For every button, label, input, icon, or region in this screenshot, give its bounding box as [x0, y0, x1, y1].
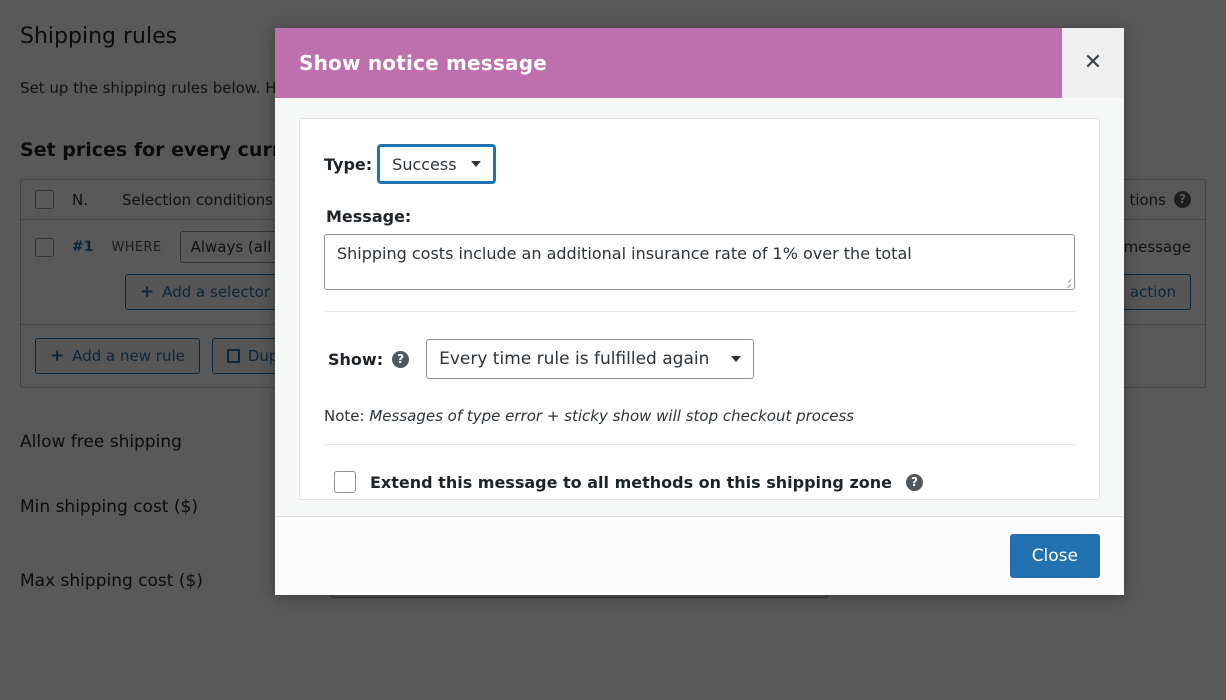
modal-body: Type: Success Message: Shipping costs in…	[275, 98, 1124, 516]
message-label: Message:	[326, 207, 412, 226]
extend-row: Extend this message to all methods on th…	[324, 471, 1075, 493]
type-select-value: Success	[392, 154, 457, 174]
show-select[interactable]: Every time rule is fulfilled again	[426, 339, 755, 379]
modal-footer: Close	[275, 516, 1124, 595]
message-textarea-value: Shipping costs include an additional ins…	[337, 244, 912, 263]
extend-checkbox[interactable]	[334, 471, 356, 493]
show-notice-message-modal: Show notice message ✕ Type: Success Mess…	[275, 28, 1124, 595]
chevron-down-icon	[731, 356, 742, 362]
close-button[interactable]: Close	[1009, 534, 1100, 578]
show-select-value: Every time rule is fulfilled again	[439, 349, 710, 369]
help-icon[interactable]: ?	[392, 350, 410, 368]
resize-handle-icon[interactable]	[1060, 276, 1072, 288]
type-select[interactable]: Success	[378, 145, 495, 183]
note-text: Note: Messages of type error + sticky sh…	[324, 407, 1075, 425]
modal-title: Show notice message	[275, 28, 1062, 98]
note-body: Messages of type error + sticky show wil…	[369, 407, 855, 425]
divider	[324, 444, 1075, 445]
extend-label: Extend this message to all methods on th…	[370, 472, 892, 492]
modal-header: Show notice message ✕	[275, 28, 1124, 98]
close-icon[interactable]: ✕	[1062, 28, 1124, 98]
note-prefix: Note:	[324, 407, 365, 425]
chevron-down-icon	[470, 161, 481, 167]
type-row: Type: Success	[324, 145, 1075, 183]
divider	[324, 311, 1075, 312]
show-label: Show:	[328, 349, 384, 369]
notice-settings-card: Type: Success Message: Shipping costs in…	[299, 118, 1100, 500]
help-icon[interactable]: ?	[906, 473, 923, 491]
message-textarea[interactable]: Shipping costs include an additional ins…	[324, 234, 1075, 290]
type-label: Type:	[324, 154, 373, 174]
show-row: Show: ? Every time rule is fulfilled aga…	[324, 339, 1075, 379]
